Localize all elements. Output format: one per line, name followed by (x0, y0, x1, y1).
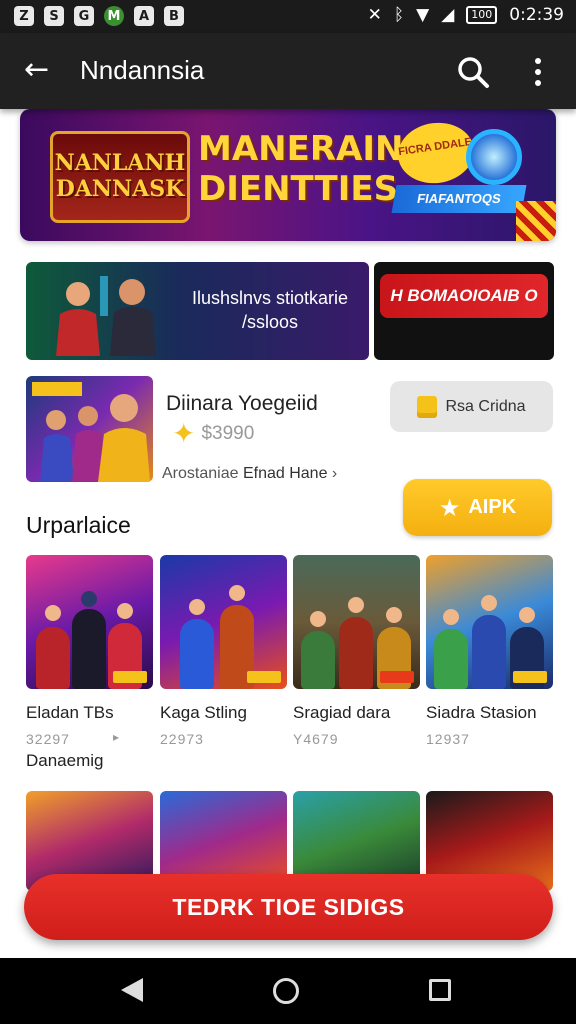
system-nav-bar (0, 958, 576, 1024)
app-m-icon: M (104, 6, 124, 26)
app-bar: ← Nndannsia (0, 33, 576, 109)
promo-banner[interactable]: Ilushslnvs stiotkarie /ssloos (26, 262, 369, 360)
game-name: Siadra Stasion (426, 703, 537, 722)
hero-banner[interactable]: NANLANH DANNASK MANERAIN DIENTTIES.. FIC… (20, 109, 556, 241)
hero-stripe-decoration (516, 201, 556, 241)
nav-back-icon[interactable] (121, 978, 143, 1002)
notification-icons: Z S G M A B (14, 6, 184, 26)
game-card-art (426, 555, 553, 689)
game-name: Kaga Stling (160, 703, 247, 722)
signal-icon: ◢ (441, 5, 455, 25)
chevron-right-icon: › (331, 465, 338, 482)
hero-tag: FIAFANTOQS (391, 185, 527, 213)
hero-logo: NANLANH DANNASK (50, 131, 190, 223)
clock: 0:2:39 (509, 5, 564, 25)
feature-thumbnail[interactable] (26, 376, 153, 482)
promo-side-banner[interactable]: H BOMAOIOAIB O (374, 262, 554, 360)
app-g-icon: G (74, 6, 94, 26)
magnifier-icon (466, 129, 522, 185)
promo-characters-image (56, 276, 156, 356)
extra-label: Danaemig (26, 751, 104, 770)
battery-icon: 100 (466, 6, 498, 24)
game-card[interactable]: Eladan TBs 32297 (26, 555, 153, 747)
feature-price: $3990 (201, 422, 255, 444)
star-icon: ★ (438, 493, 461, 522)
feature-meta: Arostaniae Efnad Hane › (162, 465, 337, 483)
chevron-right-icon: ▸ (113, 730, 120, 744)
bluetooth-icon: ᛒ (393, 5, 405, 25)
page-title: Nndannsia (80, 55, 205, 85)
mute-icon: ✕ (367, 5, 382, 25)
app-z-icon: Z (14, 6, 34, 26)
store-button-label: Rsa Cridna (445, 397, 526, 415)
feature-meta-link[interactable]: Efnad Hane (243, 465, 328, 482)
system-icons: ✕ ᛒ ▼ ◢ 100 0:2:39 (368, 5, 564, 25)
nav-home-icon[interactable] (273, 978, 299, 1004)
game-name: Eladan TBs (26, 703, 114, 722)
feature-characters-image (32, 382, 150, 482)
primary-cta-button[interactable]: TEDRK TIOE SIDIGS (24, 874, 553, 940)
apk-button[interactable]: ★ AIPK (403, 479, 552, 536)
apk-button-label: AIPK (468, 496, 517, 518)
game-count: 22973 (160, 731, 204, 747)
game-card[interactable]: Sragiad dara Y4679 (293, 555, 420, 747)
section-title: Urparlaice (26, 512, 131, 538)
app-a-icon: A (134, 6, 154, 26)
game-card-art (293, 555, 420, 689)
feature-title: Diinara Yoegeiid (166, 392, 318, 415)
content-area[interactable]: NANLANH DANNASK MANERAIN DIENTTIES.. FIC… (0, 109, 576, 958)
game-count: 12937 (426, 731, 470, 747)
nav-recents-icon[interactable] (429, 979, 451, 1001)
feature-meta-prefix: Arostaniae (162, 465, 239, 482)
store-button[interactable]: Rsa Cridna (390, 381, 553, 432)
game-card[interactable]: Siadra Stasion 12937 (426, 555, 553, 747)
status-bar: Z S G M A B ✕ ᛒ ▼ ◢ 100 0:2:39 (0, 0, 576, 33)
feature-price-row: ✦ $3990 (172, 417, 254, 450)
promo-text: Ilushslnvs stiotkarie /ssloos (191, 288, 349, 332)
game-name: Sragiad dara (293, 703, 391, 722)
game-card-art (26, 555, 153, 689)
back-arrow-icon[interactable]: ← (24, 55, 54, 85)
game-card[interactable]: Kaga Stling 22973 (160, 555, 287, 747)
book-icon (417, 395, 438, 418)
search-icon[interactable] (456, 55, 490, 89)
sparkle-icon: ✦ (172, 417, 196, 450)
app-b-icon: B (164, 6, 184, 26)
game-count: 32297 (26, 731, 70, 747)
more-vert-icon[interactable] (526, 55, 550, 89)
wifi-icon: ▼ (416, 5, 430, 25)
promo-side-button[interactable]: H BOMAOIOAIB O (380, 274, 548, 318)
game-count: Y4679 (293, 731, 339, 747)
app-s-icon: S (44, 6, 64, 26)
game-card-art (160, 555, 287, 689)
